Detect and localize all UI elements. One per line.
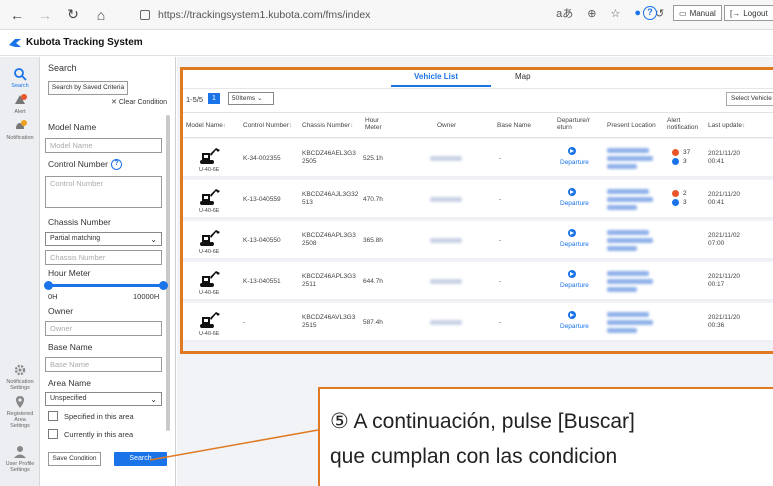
callout-text-line1: ⑤ A continuación, pulse [Buscar] xyxy=(330,410,635,433)
instruction-callout: ⑤ A continuación, pulse [Buscar] que cum… xyxy=(318,387,773,486)
callout-text-line2: que cumplan con las condicion xyxy=(330,445,618,468)
